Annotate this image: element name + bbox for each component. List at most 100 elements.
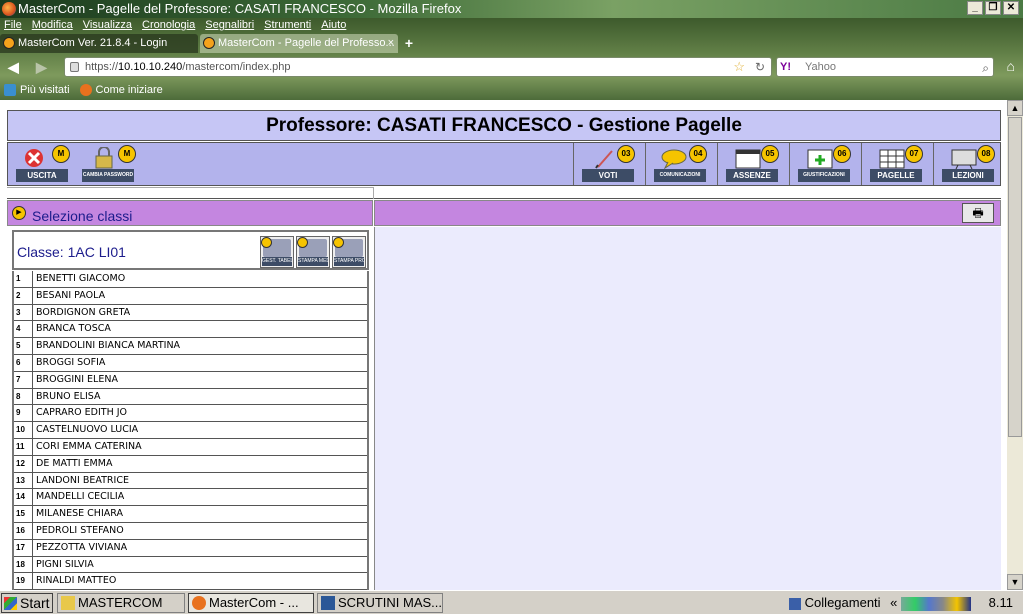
- search-icon[interactable]: ⌕: [982, 59, 989, 77]
- tray-icons[interactable]: [901, 596, 972, 611]
- student-name[interactable]: RINALDI MATTEO: [33, 573, 116, 589]
- student-row[interactable]: 1 BENETTI GIACOMO: [14, 271, 367, 288]
- reload-icon[interactable]: ↻: [755, 58, 765, 76]
- home-icon[interactable]: ⌂: [1007, 58, 1015, 74]
- voti-button[interactable]: 03 VOTI: [573, 143, 639, 185]
- student-row[interactable]: 15 MILANESE CHIARA: [14, 506, 367, 523]
- student-row[interactable]: 6 BROGGI SOFIA: [14, 354, 367, 372]
- print-button[interactable]: 🖶: [962, 203, 994, 223]
- taskbar-item-mastercom-folder[interactable]: MASTERCOM: [57, 593, 185, 613]
- menu-strumenti[interactable]: Strumenti: [264, 18, 311, 33]
- new-tab-button[interactable]: +: [400, 34, 418, 53]
- minimize-button[interactable]: _: [967, 1, 983, 15]
- student-row[interactable]: 13 LANDONI BEATRICE: [14, 472, 367, 490]
- url-path: /mastercom/index.php: [182, 61, 291, 73]
- student-name[interactable]: CAPRARO EDITH JO: [33, 405, 127, 421]
- main-toolbar: M USCITA M CAMBIA PASSWORD 03 VOTI 04 CO…: [7, 142, 1001, 186]
- student-name[interactable]: BESANI PAOLA: [33, 288, 105, 304]
- lezioni-button[interactable]: 08 LEZIONI: [933, 143, 999, 185]
- student-row[interactable]: 8 BRUNO ELISA: [14, 388, 367, 406]
- student-name[interactable]: BROGGI SOFIA: [33, 355, 105, 371]
- start-button[interactable]: Start: [1, 593, 53, 613]
- menu-visualizza[interactable]: Visualizza: [83, 18, 132, 33]
- bookmark-label: Più visitati: [20, 84, 70, 96]
- student-row[interactable]: 2 BESANI PAOLA: [14, 287, 367, 305]
- menu-aiuto[interactable]: Aiuto: [321, 18, 346, 33]
- language-icon[interactable]: [789, 597, 802, 610]
- close-button[interactable]: ✕: [1003, 1, 1019, 15]
- taskbar-item-firefox[interactable]: MasterCom - ...: [188, 593, 314, 613]
- student-name[interactable]: BRANCA TOSCA: [33, 321, 111, 337]
- exit-button[interactable]: M USCITA: [8, 143, 74, 185]
- class-header: Classe: 1AC LI01 GEST. TABELL. STAMPA ME…: [12, 230, 369, 270]
- student-name[interactable]: PIGNI SILVIA: [33, 557, 94, 573]
- student-name[interactable]: DE MATTI EMMA: [33, 456, 112, 472]
- student-row[interactable]: 3 BORDIGNON GRETA: [14, 304, 367, 322]
- menu-file[interactable]: File: [4, 18, 22, 33]
- stampa-medie-button[interactable]: STAMPA MEDIE: [296, 236, 330, 268]
- student-name[interactable]: BORDIGNON GRETA: [33, 305, 130, 321]
- student-number: 11: [14, 438, 33, 455]
- bookmarks-bar: Più visitati Come iniziare: [0, 81, 163, 99]
- button-label: STAMPA MEDIE: [298, 257, 328, 266]
- student-name[interactable]: PEDROLI STEFANO: [33, 523, 124, 539]
- menu-cronologia[interactable]: Cronologia: [142, 18, 195, 33]
- student-row[interactable]: 7 BROGGINI ELENA: [14, 371, 367, 389]
- gest-tabell-button[interactable]: GEST. TABELL.: [260, 236, 294, 268]
- giustificazioni-button[interactable]: 06 GIUSTIFICAZIONI: [789, 143, 855, 185]
- section-title: Selezione classi: [32, 208, 133, 224]
- student-name[interactable]: CASTELNUOVO LUCIA: [33, 422, 138, 438]
- taskbar-item-scrutini[interactable]: SCRUTINI MAS...: [317, 593, 443, 613]
- student-name[interactable]: MILANESE CHIARA: [33, 506, 123, 522]
- forward-arrow-icon[interactable]: ▶: [36, 59, 47, 76]
- vertical-scrollbar[interactable]: ▲ ▼: [1007, 100, 1023, 590]
- url-host: 10.10.10.240: [118, 61, 183, 73]
- address-bar[interactable]: https://10.10.10.240/mastercom/index.php…: [64, 57, 772, 77]
- bookmark-piu-visitati[interactable]: Più visitati: [4, 81, 70, 99]
- student-name[interactable]: CORI EMMA CATERINA: [33, 439, 142, 455]
- collegamenti-toolbar[interactable]: Collegamenti: [805, 595, 881, 610]
- pagelle-button[interactable]: 07 PAGELLE: [861, 143, 927, 185]
- student-name[interactable]: PEZZOTTA VIVIANA: [33, 540, 127, 556]
- student-row[interactable]: 4 BRANCA TOSCA: [14, 321, 367, 339]
- scroll-thumb[interactable]: [1008, 117, 1022, 437]
- student-row[interactable]: 17 PEZZOTTA VIVIANA: [14, 539, 367, 557]
- tray-chevron-icon[interactable]: «: [890, 595, 897, 610]
- tab-close-icon[interactable]: ×: [388, 34, 394, 53]
- scroll-up-icon[interactable]: ▲: [1007, 100, 1023, 116]
- student-name[interactable]: BROGGINI ELENA: [33, 372, 118, 388]
- student-row[interactable]: 18 PIGNI SILVIA: [14, 556, 367, 574]
- student-row[interactable]: 14 MANDELLI CECILIA: [14, 489, 367, 507]
- button-label: GEST. TABELL.: [262, 257, 292, 266]
- change-password-button[interactable]: M CAMBIA PASSWORD: [74, 143, 140, 185]
- student-row[interactable]: 5 BRANDOLINI BIANCA MARTINA: [14, 338, 367, 355]
- menu-modifica[interactable]: Modifica: [32, 18, 73, 33]
- bookmark-come-iniziare[interactable]: Come iniziare: [79, 81, 163, 99]
- menu-segnalibri[interactable]: Segnalibri: [205, 18, 254, 33]
- search-box[interactable]: Y! Yahoo ⌕: [776, 57, 994, 77]
- student-number: 8: [14, 388, 33, 405]
- student-name[interactable]: LANDONI BEATRICE: [33, 473, 129, 489]
- browser-chrome: File Modifica Visualizza Cronologia Segn…: [0, 18, 1023, 100]
- back-arrow-icon[interactable]: ◀: [8, 59, 19, 76]
- student-row[interactable]: 9 CAPRARO EDITH JO: [14, 405, 367, 423]
- tab-pagelle[interactable]: MasterCom - Pagelle del Professo... ×: [200, 34, 398, 53]
- tab-login[interactable]: MasterCom Ver. 21.8.4 - Login: [0, 34, 198, 53]
- student-row[interactable]: 11 CORI EMMA CATERINA: [14, 438, 367, 456]
- taskbar-label: MasterCom - ...: [209, 595, 299, 610]
- scroll-down-icon[interactable]: ▼: [1007, 574, 1023, 590]
- student-name[interactable]: BRUNO ELISA: [33, 389, 100, 405]
- student-row[interactable]: 12 DE MATTI EMMA: [14, 455, 367, 473]
- comunicazioni-button[interactable]: 04 COMUNICAZIONI: [645, 143, 711, 185]
- student-name[interactable]: MANDELLI CECILIA: [33, 489, 124, 505]
- tab-label: MasterCom Ver. 21.8.4 - Login: [18, 37, 168, 49]
- student-row[interactable]: 10 CASTELNUOVO LUCIA: [14, 422, 367, 439]
- assenze-button[interactable]: 05 ASSENZE: [717, 143, 783, 185]
- maximize-button[interactable]: ❐: [985, 1, 1001, 15]
- student-row[interactable]: 16 PEDROLI STEFANO: [14, 522, 367, 540]
- student-name[interactable]: BRANDOLINI BIANCA MARTINA: [33, 338, 180, 354]
- student-row[interactable]: 19 RINALDI MATTEO: [14, 573, 367, 590]
- student-name[interactable]: BENETTI GIACOMO: [33, 271, 125, 287]
- bookmark-star-icon[interactable]: ☆: [733, 58, 745, 76]
- stampa-prospetto-button[interactable]: STAMPA PROSPETTO: [332, 236, 366, 268]
